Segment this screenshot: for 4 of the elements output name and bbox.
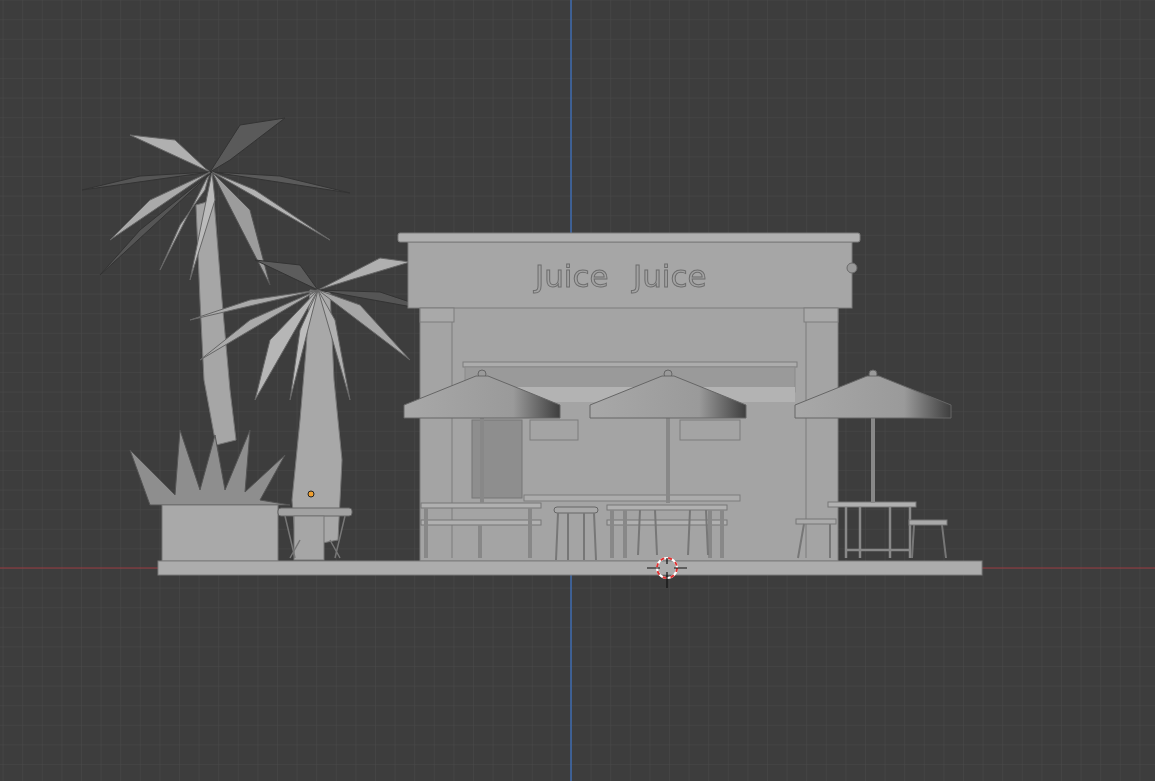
3d-cursor-icon [646, 557, 688, 589]
sign-text: Juice [633, 258, 707, 294]
origin-dot [307, 490, 315, 498]
sign-text: Juice [535, 258, 609, 294]
